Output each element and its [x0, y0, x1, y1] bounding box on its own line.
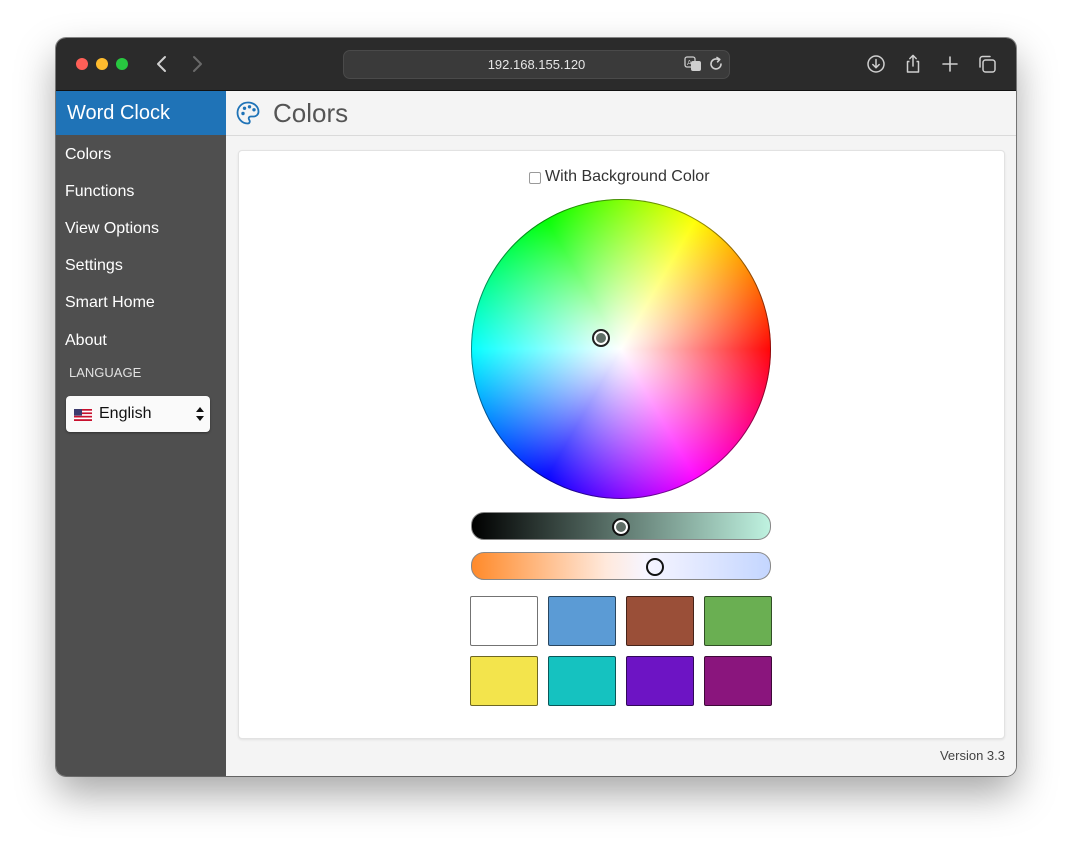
sidebar-item-colors[interactable]: Colors: [65, 145, 111, 165]
translate-icon[interactable]: A: [684, 55, 702, 73]
page-title: Colors: [273, 98, 349, 128]
temperature-slider[interactable]: [471, 552, 771, 580]
language-selected-value: English: [99, 405, 152, 422]
new-tab-icon[interactable]: [939, 53, 961, 75]
back-icon[interactable]: [152, 52, 172, 76]
minimize-window-button[interactable]: [96, 58, 108, 70]
select-arrows-icon: [195, 405, 205, 423]
reload-icon[interactable]: [707, 55, 725, 73]
sidebar-item-settings[interactable]: Settings: [65, 256, 123, 276]
browser-toolbar: 192.168.155.120 A: [56, 38, 1016, 91]
close-window-button[interactable]: [76, 58, 88, 70]
color-swatch[interactable]: [470, 596, 538, 646]
language-select[interactable]: English: [66, 396, 210, 432]
sidebar-item-smart-home[interactable]: Smart Home: [65, 293, 155, 313]
color-swatch[interactable]: [626, 596, 694, 646]
color-swatches: [470, 596, 774, 708]
color-wheel-handle[interactable]: [592, 329, 610, 347]
color-swatch[interactable]: [548, 656, 616, 706]
background-color-checkbox[interactable]: [529, 172, 541, 184]
sidebar-item-view-options[interactable]: View Options: [65, 219, 159, 239]
address-bar[interactable]: 192.168.155.120 A: [343, 50, 730, 79]
temperature-slider-handle[interactable]: [646, 558, 664, 576]
browser-window: 192.168.155.120 A Word Clock Colors Func…: [56, 38, 1016, 776]
color-swatch[interactable]: [548, 596, 616, 646]
main-content: Colors With Background Color Version 3.3: [226, 91, 1016, 776]
sidebar: Word Clock Colors Functions View Options…: [56, 91, 226, 776]
tab-overview-icon[interactable]: [976, 53, 998, 75]
colors-card: With Background Color: [238, 150, 1005, 739]
brand-title[interactable]: Word Clock: [56, 91, 226, 135]
saturation-overlay: [471, 199, 771, 499]
palette-icon: [235, 100, 261, 126]
download-icon[interactable]: [865, 53, 887, 75]
brightness-slider-handle[interactable]: [612, 518, 630, 536]
svg-text:A: A: [687, 59, 692, 67]
color-swatch[interactable]: [704, 596, 772, 646]
color-swatch[interactable]: [704, 656, 772, 706]
sidebar-item-functions[interactable]: Functions: [65, 182, 134, 202]
zoom-window-button[interactable]: [116, 58, 128, 70]
color-swatch[interactable]: [626, 656, 694, 706]
share-icon[interactable]: [902, 53, 924, 75]
page-header: Colors: [226, 91, 1016, 136]
us-flag-icon: [74, 408, 92, 421]
language-heading: LANGUAGE: [69, 365, 142, 380]
color-swatch[interactable]: [470, 656, 538, 706]
version-label: Version 3.3: [939, 748, 1005, 763]
color-wheel[interactable]: [471, 199, 771, 499]
forward-icon[interactable]: [187, 52, 207, 76]
url-text: 192.168.155.120: [487, 57, 586, 72]
background-color-label[interactable]: With Background Color: [545, 167, 710, 187]
sidebar-item-about[interactable]: About: [65, 331, 107, 351]
brightness-slider[interactable]: [471, 512, 771, 540]
